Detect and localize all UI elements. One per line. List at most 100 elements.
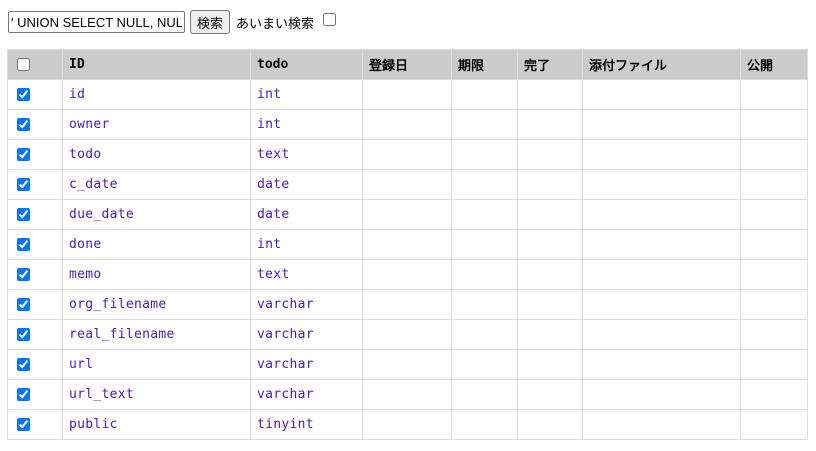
row-select-cell xyxy=(7,79,63,110)
row-select-checkbox[interactable] xyxy=(17,388,30,401)
cell-id: todo xyxy=(62,139,251,170)
cell-due-date xyxy=(451,409,518,440)
cell-done xyxy=(517,349,583,380)
search-input[interactable] xyxy=(8,11,185,33)
todo-table: ID todo 登録日 期限 完了 添付ファイル 公開 id int owner in… xyxy=(7,49,808,440)
row-select-cell xyxy=(7,229,63,260)
cell-public xyxy=(740,259,808,290)
cell-created-date xyxy=(362,199,452,230)
cell-id: real_filename xyxy=(62,319,251,350)
row-select-checkbox[interactable] xyxy=(17,358,30,371)
cell-id: memo xyxy=(62,259,251,290)
cell-created-date xyxy=(362,379,452,410)
cell-due-date xyxy=(451,289,518,320)
cell-attachment xyxy=(582,109,741,140)
row-select-checkbox[interactable] xyxy=(17,418,30,431)
cell-done xyxy=(517,289,583,320)
header-select-all xyxy=(7,49,63,80)
row-select-cell xyxy=(7,199,63,230)
cell-done xyxy=(517,199,583,230)
cell-due-date xyxy=(451,229,518,260)
cell-due-date xyxy=(451,259,518,290)
cell-attachment xyxy=(582,79,741,110)
table-row: done int xyxy=(7,229,808,260)
select-all-checkbox[interactable] xyxy=(17,58,30,71)
cell-attachment xyxy=(582,349,741,380)
cell-todo: tinyint xyxy=(250,409,363,440)
row-select-cell xyxy=(7,139,63,170)
cell-public xyxy=(740,229,808,260)
cell-created-date xyxy=(362,79,452,110)
row-select-checkbox[interactable] xyxy=(17,208,30,221)
row-select-checkbox[interactable] xyxy=(17,268,30,281)
cell-due-date xyxy=(451,109,518,140)
column-header-public[interactable]: 公開 xyxy=(740,49,808,80)
column-header-id[interactable]: ID xyxy=(62,49,251,80)
cell-todo: date xyxy=(250,199,363,230)
cell-todo: varchar xyxy=(250,289,363,320)
cell-done xyxy=(517,169,583,200)
cell-created-date xyxy=(362,259,452,290)
row-select-checkbox[interactable] xyxy=(17,88,30,101)
cell-due-date xyxy=(451,199,518,230)
cell-created-date xyxy=(362,349,452,380)
cell-todo: int xyxy=(250,229,363,260)
row-select-checkbox[interactable] xyxy=(17,118,30,131)
cell-done xyxy=(517,109,583,140)
cell-id: url xyxy=(62,349,251,380)
cell-due-date xyxy=(451,139,518,170)
search-button[interactable]: 検索 xyxy=(190,10,231,34)
column-header-attachment[interactable]: 添付ファイル xyxy=(582,49,741,80)
cell-id: public xyxy=(62,409,251,440)
cell-id: id xyxy=(62,79,251,110)
cell-attachment xyxy=(582,379,741,410)
cell-created-date xyxy=(362,229,452,260)
cell-id: owner xyxy=(62,109,251,140)
cell-attachment xyxy=(582,169,741,200)
cell-public xyxy=(740,409,808,440)
column-header-created-date[interactable]: 登録日 xyxy=(362,49,452,80)
row-select-checkbox[interactable] xyxy=(17,328,30,341)
table-row: todo text xyxy=(7,139,808,170)
table-row: real_filename varchar xyxy=(7,319,808,350)
column-header-done[interactable]: 完了 xyxy=(517,49,583,80)
row-select-checkbox[interactable] xyxy=(17,178,30,191)
cell-todo: date xyxy=(250,169,363,200)
cell-id: due_date xyxy=(62,199,251,230)
cell-id: c_date xyxy=(62,169,251,200)
cell-public xyxy=(740,349,808,380)
cell-public xyxy=(740,199,808,230)
cell-done xyxy=(517,229,583,260)
cell-due-date xyxy=(451,79,518,110)
column-header-due-date[interactable]: 期限 xyxy=(451,49,518,80)
cell-created-date xyxy=(362,289,452,320)
fuzzy-search-checkbox[interactable] xyxy=(323,12,337,26)
table-row: url varchar xyxy=(7,349,808,380)
cell-todo: int xyxy=(250,109,363,140)
row-select-cell xyxy=(7,349,63,380)
search-bar: 検索 あいまい検索 xyxy=(8,10,337,34)
cell-due-date xyxy=(451,319,518,350)
row-select-checkbox[interactable] xyxy=(17,298,30,311)
row-select-checkbox[interactable] xyxy=(17,238,30,251)
table-row: url_text varchar xyxy=(7,379,808,410)
row-select-cell xyxy=(7,379,63,410)
table-row: c_date date xyxy=(7,169,808,200)
cell-todo: varchar xyxy=(250,319,363,350)
cell-attachment xyxy=(582,199,741,230)
table-row: id int xyxy=(7,79,808,110)
row-select-cell xyxy=(7,289,63,320)
row-select-checkbox[interactable] xyxy=(17,148,30,161)
table-header-row: ID todo 登録日 期限 完了 添付ファイル 公開 xyxy=(7,49,808,80)
cell-public xyxy=(740,319,808,350)
table-row: public tinyint xyxy=(7,409,808,440)
table-row: memo text xyxy=(7,259,808,290)
cell-id: done xyxy=(62,229,251,260)
cell-due-date xyxy=(451,349,518,380)
column-header-todo[interactable]: todo xyxy=(250,49,363,80)
row-select-cell xyxy=(7,319,63,350)
cell-public xyxy=(740,169,808,200)
cell-done xyxy=(517,409,583,440)
cell-public xyxy=(740,109,808,140)
row-select-cell xyxy=(7,109,63,140)
